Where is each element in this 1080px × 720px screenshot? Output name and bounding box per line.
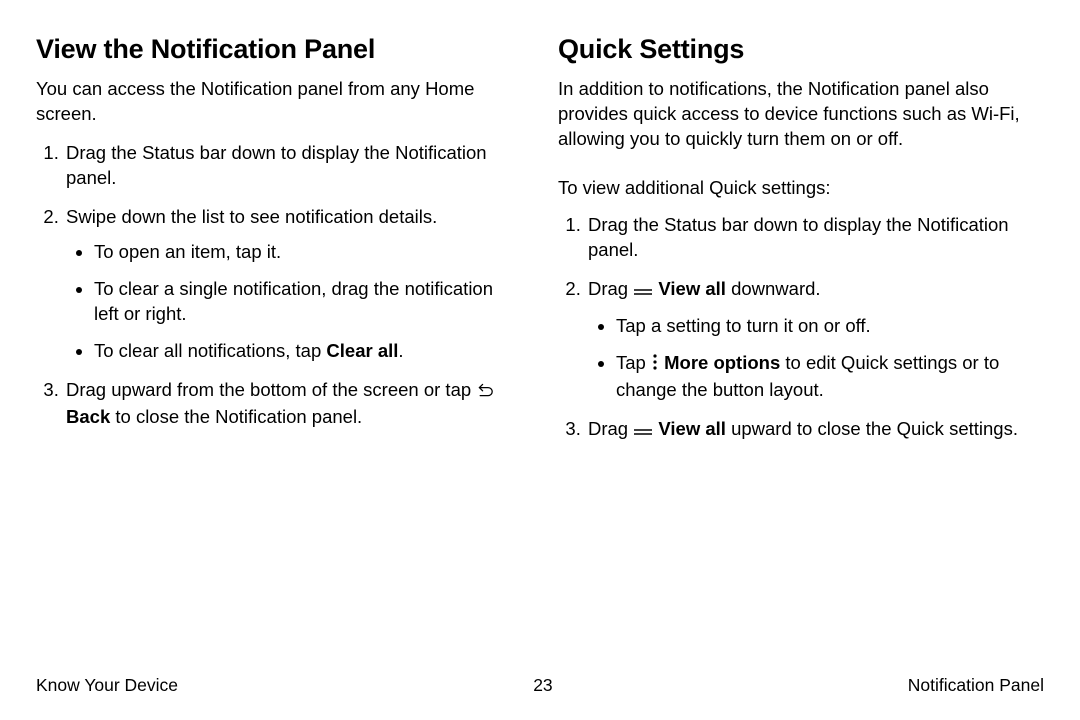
right-column: Quick Settings In addition to notificati… <box>558 34 1044 458</box>
left-intro: You can access the Notification panel fr… <box>36 77 522 127</box>
left-step-3a: Drag upward from the bottom of the scree… <box>66 379 476 400</box>
left-bullet-2: To clear a single notification, drag the… <box>94 277 522 327</box>
left-step-2: Swipe down the list to see notification … <box>64 205 522 364</box>
back-icon <box>476 380 494 405</box>
right-bullet-2a: Tap <box>616 352 651 373</box>
manual-page: View the Notification Panel You can acce… <box>0 0 1080 720</box>
left-step-2-bullets: To open an item, tap it. To clear a sing… <box>66 240 522 364</box>
clear-all-label: Clear all <box>326 340 398 361</box>
right-intro: In addition to notifications, the Notifi… <box>558 77 1044 152</box>
back-label: Back <box>66 406 110 427</box>
left-step-2-text: Swipe down the list to see notification … <box>66 206 437 227</box>
left-step-3c: to close the Notification panel. <box>110 406 362 427</box>
right-step-2-bullets: Tap a setting to turn it on or off. Tap … <box>588 314 1044 403</box>
right-step-1: Drag the Status bar down to display the … <box>586 213 1044 263</box>
right-heading: Quick Settings <box>558 34 1044 65</box>
view-all-icon <box>633 279 653 304</box>
left-bullet-3a: To clear all notifications, tap <box>94 340 326 361</box>
two-column-layout: View the Notification Panel You can acce… <box>36 34 1044 458</box>
right-step-2: Drag View all downward. Tap a setting to… <box>586 277 1044 403</box>
more-options-icon <box>651 353 659 378</box>
view-all-label-1: View all <box>658 278 726 299</box>
right-step-3a: Drag <box>588 418 633 439</box>
right-step-3: Drag View all upward to close the Quick … <box>586 417 1044 444</box>
footer-page-number: 23 <box>533 675 552 696</box>
left-bullet-3c: . <box>398 340 403 361</box>
right-lead: To view additional Quick settings: <box>558 176 1044 201</box>
left-column: View the Notification Panel You can acce… <box>36 34 522 458</box>
left-bullet-3: To clear all notifications, tap Clear al… <box>94 339 522 364</box>
right-steps: Drag the Status bar down to display the … <box>558 213 1044 444</box>
view-all-icon <box>633 419 653 444</box>
right-bullet-1: Tap a setting to turn it on or off. <box>616 314 1044 339</box>
page-footer: Know Your Device 23 Notification Panel <box>0 675 1080 696</box>
footer-right: Notification Panel <box>908 675 1044 696</box>
right-bullet-2: Tap More options to edit Quick settings … <box>616 351 1044 403</box>
left-heading: View the Notification Panel <box>36 34 522 65</box>
left-bullet-1: To open an item, tap it. <box>94 240 522 265</box>
right-step-2a: Drag <box>588 278 633 299</box>
right-step-2c: downward. <box>726 278 821 299</box>
right-step-3c: upward to close the Quick settings. <box>726 418 1018 439</box>
more-options-label: More options <box>664 352 780 373</box>
view-all-label-2: View all <box>658 418 726 439</box>
left-step-3: Drag upward from the bottom of the scree… <box>64 378 522 430</box>
left-steps: Drag the Status bar down to display the … <box>36 141 522 430</box>
left-step-1: Drag the Status bar down to display the … <box>64 141 522 191</box>
footer-left: Know Your Device <box>36 675 178 696</box>
